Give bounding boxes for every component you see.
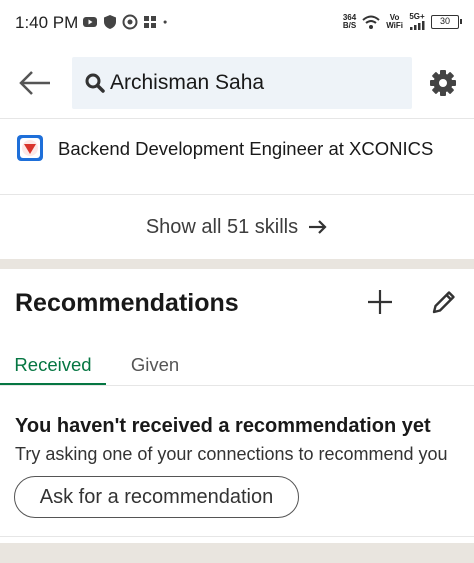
bottom-section-separator <box>0 543 474 563</box>
ask-recommendation-button[interactable]: Ask for a recommendation <box>14 476 299 518</box>
pencil-icon[interactable] <box>430 288 458 316</box>
arrow-right-icon <box>309 220 327 234</box>
recommendations-heading: Recommendations <box>15 289 239 317</box>
back-arrow-icon[interactable] <box>18 68 52 98</box>
wifi-icon <box>362 15 380 29</box>
signal-indicator: 5G+ <box>409 11 425 32</box>
experience-title: Backend Development Engineer at XCONICS <box>58 138 434 159</box>
notification-icons <box>82 13 172 31</box>
status-time: 1:40 PM <box>15 13 79 32</box>
tab-given-label: Given <box>130 354 180 375</box>
shield-icon <box>104 15 116 29</box>
top-app-bar: Archisman Saha <box>0 56 474 112</box>
show-all-skills-button[interactable]: Show all 51 skills <box>0 196 474 258</box>
tab-received[interactable]: Received <box>0 338 106 386</box>
dot-icon <box>163 20 167 24</box>
skills-divider <box>0 194 474 195</box>
section-separator <box>0 259 474 269</box>
battery-icon: 30 <box>431 15 462 29</box>
gear-icon[interactable] <box>428 68 458 98</box>
recommendations-tabs: Received Given <box>0 338 474 386</box>
tabs-divider <box>0 385 474 386</box>
company-logo-inner <box>20 138 40 158</box>
network-speed-unit: B/S <box>342 21 357 30</box>
bottom-divider <box>0 536 474 537</box>
youtube-icon <box>83 17 97 27</box>
search-input[interactable]: Archisman Saha <box>72 57 412 109</box>
tab-given[interactable]: Given <box>122 338 188 386</box>
signal-label: 5G+ <box>409 11 425 21</box>
status-bar: 1:40 PM 364 B/S Vo WiFi 5G+ 30 <box>0 0 474 44</box>
network-speed: 364 B/S <box>343 14 356 30</box>
empty-state-subtitle: Try asking one of your connections to re… <box>15 444 448 464</box>
show-all-skills-label: Show all 51 skills <box>145 215 299 238</box>
empty-state-title: You haven't received a recommendation ye… <box>15 415 431 437</box>
logo-triangle-icon <box>22 140 38 156</box>
header-divider <box>0 118 474 119</box>
volte-bottom: WiFi <box>386 21 403 30</box>
search-icon <box>85 73 105 93</box>
signal-icon <box>410 20 425 30</box>
company-logo <box>17 135 43 161</box>
volte-indicator: Vo WiFi <box>386 14 403 30</box>
experience-item[interactable]: Backend Development Engineer at XCONICS <box>0 130 474 170</box>
tab-received-label: Received <box>14 354 92 375</box>
system-status: 364 B/S Vo WiFi 5G+ 30 <box>343 10 462 34</box>
grid-icon <box>144 16 156 28</box>
whatsapp-icon <box>122 14 138 30</box>
search-query[interactable]: Archisman Saha <box>110 71 264 95</box>
plus-icon[interactable] <box>366 288 394 316</box>
